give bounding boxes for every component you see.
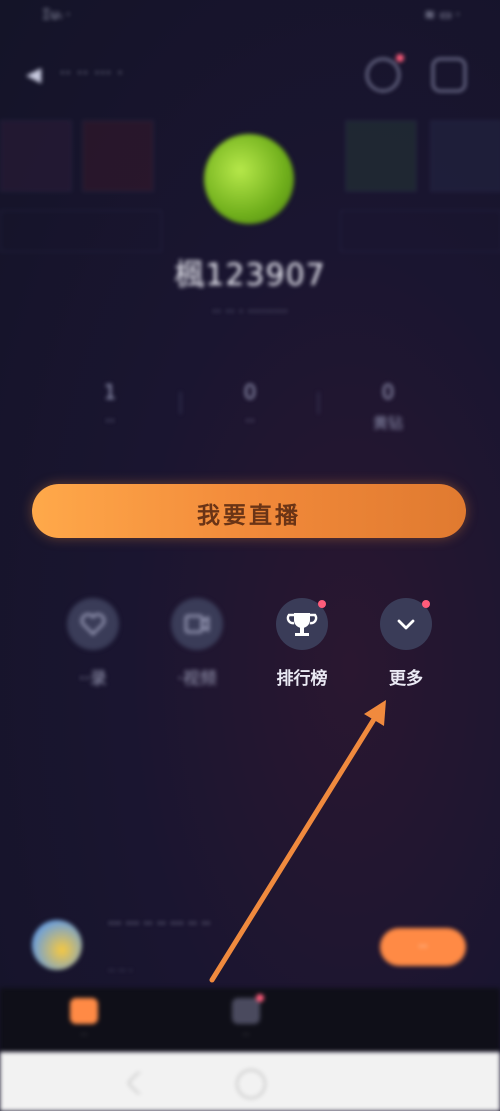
tab-mine[interactable]: ··: [226, 994, 266, 1041]
nav-home-icon[interactable]: [236, 1069, 266, 1099]
nav-back-icon[interactable]: [126, 1070, 152, 1096]
banner-logo: [32, 920, 82, 970]
banner-text: ··· ··· ·· ·· ··· ·· ··: [108, 916, 211, 932]
tab-label: ··: [80, 1028, 88, 1041]
profile-icon: [232, 994, 264, 1024]
bottom-tab-bar: ·· ··: [0, 988, 500, 1052]
system-nav-bar: [0, 1052, 500, 1111]
banner-button[interactable]: ··: [380, 928, 466, 966]
promo-banner[interactable]: ··· ··· ·· ·· ··· ·· ·· ·· ·· · ··: [0, 904, 500, 988]
home-icon: [70, 998, 98, 1024]
tab-home[interactable]: ··: [64, 998, 104, 1041]
banner-subtext: ·· ·· ·: [108, 964, 133, 977]
tab-label: ··: [242, 1028, 250, 1041]
